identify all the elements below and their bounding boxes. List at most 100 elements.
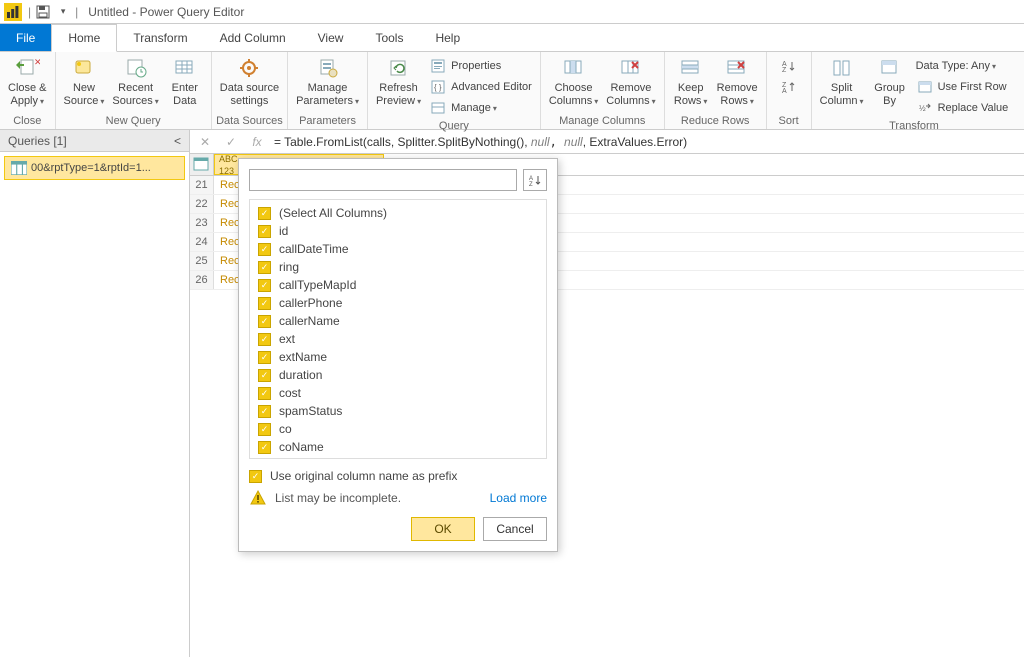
- queries-header: Queries [1]: [8, 134, 67, 148]
- tab-addcolumn[interactable]: Add Column: [204, 24, 302, 51]
- svg-text:✕: ✕: [34, 57, 40, 67]
- column-item-label: co: [279, 422, 292, 436]
- queries-pane: Queries [1] < 00&rptType=1&rptId=1...: [0, 130, 190, 657]
- remove-columns-button[interactable]: Remove Columns▾: [602, 54, 659, 109]
- new-source-icon: [70, 56, 98, 80]
- checkbox-icon: ✓: [258, 207, 271, 220]
- column-item-label: (Select All Columns): [279, 206, 387, 220]
- search-columns-input[interactable]: [249, 169, 517, 191]
- first-row-headers-button[interactable]: Use First Row: [912, 77, 1013, 97]
- commit-icon[interactable]: ✓: [222, 135, 240, 149]
- manage-parameters-button[interactable]: Manage Parameters▾: [292, 54, 363, 109]
- fx-icon[interactable]: fx: [248, 135, 266, 149]
- column-item-label: ext: [279, 332, 295, 346]
- properties-button[interactable]: Properties: [425, 56, 536, 76]
- advanced-editor-button[interactable]: { }Advanced Editor: [425, 77, 536, 97]
- tab-home[interactable]: Home: [51, 24, 117, 52]
- collapse-icon[interactable]: <: [174, 134, 181, 148]
- remove-columns-icon: [617, 56, 645, 80]
- column-checkbox-item[interactable]: ✓ring: [250, 258, 546, 276]
- properties-icon: [429, 58, 447, 74]
- data-type-button[interactable]: Data Type: Any▾: [912, 56, 1013, 76]
- column-checkbox-item[interactable]: ✓ (Select All Columns): [250, 204, 546, 222]
- window-title: Untitled - Power Query Editor: [88, 5, 244, 19]
- column-item-label: callTypeMapId: [279, 278, 356, 292]
- group-by-button[interactable]: Group By: [868, 54, 912, 109]
- cancel-button[interactable]: Cancel: [483, 517, 547, 541]
- recent-sources-icon: [122, 56, 150, 80]
- menu-tabs: File Home Transform Add Column View Tool…: [0, 24, 1024, 52]
- titlebar: | ▾ | Untitled - Power Query Editor: [0, 0, 1024, 24]
- enter-data-button[interactable]: Enter Data: [163, 54, 207, 109]
- sort-columns-button[interactable]: AZ: [523, 169, 547, 191]
- svg-text:{ }: { }: [434, 83, 442, 92]
- manage-icon: [429, 100, 447, 116]
- tab-view[interactable]: View: [302, 24, 360, 51]
- choose-columns-button[interactable]: Choose Columns▾: [545, 54, 602, 109]
- grid-corner[interactable]: [190, 154, 214, 175]
- parameters-icon: [314, 56, 342, 80]
- column-checkbox-item[interactable]: ✓callerName: [250, 312, 546, 330]
- group-datasources: Data Sources: [212, 115, 287, 129]
- refresh-icon: [385, 56, 413, 80]
- column-item-label: extName: [279, 350, 327, 364]
- svg-text:Z: Z: [529, 182, 533, 186]
- checkbox-icon: ✓: [258, 261, 271, 274]
- row-number: 25: [190, 252, 214, 270]
- table-icon: [11, 161, 27, 175]
- tab-help[interactable]: Help: [419, 24, 476, 51]
- manage-button[interactable]: Manage▾: [425, 98, 536, 118]
- save-icon[interactable]: [33, 2, 53, 22]
- load-more-link[interactable]: Load more: [490, 491, 547, 505]
- column-checkbox-item[interactable]: ✓ extName: [250, 348, 546, 366]
- qat-dropdown-icon[interactable]: ▾: [53, 2, 73, 22]
- sort-desc-button[interactable]: ZA: [777, 77, 801, 97]
- row-number: 23: [190, 214, 214, 232]
- replace-values-button[interactable]: ½Replace Value: [912, 98, 1013, 118]
- group-reducerows: Reduce Rows: [665, 115, 766, 129]
- split-column-button[interactable]: Split Column▾: [816, 54, 868, 109]
- use-prefix-checkbox[interactable]: ✓ Use original column name as prefix: [249, 469, 547, 483]
- sort-desc-icon: ZA: [781, 80, 797, 94]
- column-checkbox-item[interactable]: ✓callDateTime: [250, 240, 546, 258]
- tab-file[interactable]: File: [0, 24, 51, 51]
- refresh-preview-button[interactable]: Refresh Preview▾: [372, 54, 425, 109]
- column-checkbox-item[interactable]: ✓callerPhone: [250, 294, 546, 312]
- column-item-label: cost: [279, 386, 301, 400]
- column-item-label: callerName: [279, 314, 340, 328]
- column-checkbox-item[interactable]: ✓callTypeMapId: [250, 276, 546, 294]
- keep-rows-button[interactable]: Keep Rows▾: [669, 54, 713, 109]
- remove-rows-button[interactable]: Remove Rows▾: [713, 54, 762, 109]
- discard-icon[interactable]: ✕: [196, 135, 214, 149]
- column-checkbox-item[interactable]: ✓coName: [250, 438, 546, 456]
- column-checkbox-item[interactable]: ✓spamStatus: [250, 402, 546, 420]
- query-item[interactable]: 00&rptType=1&rptId=1...: [4, 156, 185, 180]
- checkbox-icon: ✓: [258, 351, 271, 364]
- sort-asc-button[interactable]: AZ: [777, 56, 801, 76]
- column-checkbox-item[interactable]: ✓duration: [250, 366, 546, 384]
- checkbox-icon: ✓: [249, 470, 262, 483]
- recent-sources-button[interactable]: Recent Sources▾: [108, 54, 162, 109]
- datatype-icon: ABC123: [219, 154, 238, 176]
- ok-button[interactable]: OK: [411, 517, 475, 541]
- choose-columns-icon: [560, 56, 588, 80]
- close-apply-button[interactable]: ✕ Close & Apply▾: [4, 54, 51, 109]
- column-checkbox-item[interactable]: ✓id: [250, 222, 546, 240]
- tab-transform[interactable]: Transform: [117, 24, 203, 51]
- tab-tools[interactable]: Tools: [359, 24, 419, 51]
- svg-text:½: ½: [919, 104, 926, 113]
- checkbox-icon: ✓: [258, 333, 271, 346]
- column-checkbox-item[interactable]: ✓cost: [250, 384, 546, 402]
- formula-input[interactable]: = Table.FromList(calls, Splitter.SplitBy…: [274, 135, 1018, 149]
- column-checkbox-item[interactable]: ✓ ext: [250, 330, 546, 348]
- warning-icon: [249, 489, 267, 507]
- new-source-button[interactable]: New Source▾: [60, 54, 109, 109]
- group-parameters: Parameters: [288, 115, 367, 129]
- data-source-settings-button[interactable]: Data source settings: [216, 54, 283, 109]
- close-apply-icon: ✕: [13, 56, 41, 80]
- group-close: Close: [0, 115, 55, 129]
- column-checkbox-item[interactable]: ✓co: [250, 420, 546, 438]
- split-column-icon: [828, 56, 856, 80]
- row-number: 24: [190, 233, 214, 251]
- sort-asc-icon: AZ: [781, 59, 797, 73]
